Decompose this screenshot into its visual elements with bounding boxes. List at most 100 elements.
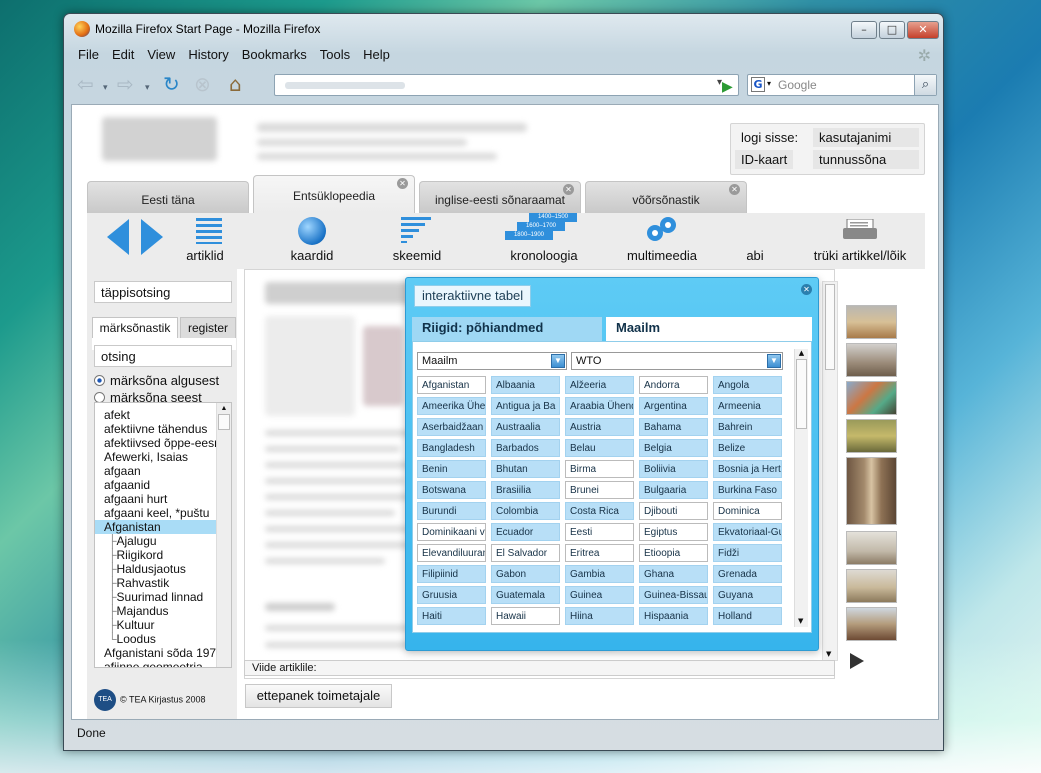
country-cell[interactable]: Djibouti <box>639 502 708 520</box>
tab-riigid-pohiandmed[interactable]: Riigid: põhiandmed <box>412 317 602 341</box>
menu-view[interactable]: View <box>147 44 175 62</box>
reload-icon[interactable]: ↻ <box>163 74 180 94</box>
country-cell[interactable]: Alžeeria <box>565 376 634 394</box>
username-link[interactable]: kasutajanimi <box>813 128 919 147</box>
keyword-list-scrollbar[interactable]: ▲ <box>216 403 231 667</box>
country-cell[interactable]: Ameerika Ühend <box>417 397 486 415</box>
country-cell[interactable]: Araabia Ühend <box>565 397 634 415</box>
thumbnail-image[interactable] <box>846 607 897 641</box>
tab-sonaraamat[interactable]: inglise-eesti sõnaraamat ✕ <box>419 181 581 213</box>
country-cell[interactable]: Albaania <box>491 376 560 394</box>
thumbnail-image[interactable] <box>846 305 897 339</box>
country-cell[interactable]: Brasiilia <box>491 481 560 499</box>
keyword-list[interactable]: afekt afektiivne tähendus afektiivsed õp… <box>94 402 232 668</box>
back-history-icon[interactable]: ▾ <box>103 78 108 98</box>
go-icon[interactable]: ▶ <box>722 77 733 97</box>
country-cell[interactable]: Filipiinid <box>417 565 486 583</box>
tappisotsing-button[interactable]: täppisotsing <box>94 281 232 303</box>
country-cell[interactable]: Guatemala <box>491 586 560 604</box>
scroll-down-icon[interactable]: ▼ <box>826 650 831 658</box>
country-cell[interactable]: Hawaii <box>491 607 560 625</box>
scroll-up-icon[interactable]: ▲ <box>795 349 808 357</box>
tab-voorsonastik[interactable]: võõrsõnastik ✕ <box>585 181 747 213</box>
search-input[interactable]: Google <box>778 78 817 92</box>
country-cell[interactable]: Antigua ja Ba <box>491 397 560 415</box>
country-cell[interactable]: Guinea-Bissau <box>639 586 708 604</box>
list-subitem[interactable]: ├Ajalugu <box>95 534 231 548</box>
country-cell[interactable]: Bahrein <box>713 418 782 436</box>
article-scrollbar[interactable]: ▼ <box>822 281 838 661</box>
maximize-button[interactable]: □ <box>879 21 905 39</box>
country-cell[interactable]: Boliivia <box>639 460 708 478</box>
country-cell[interactable]: Hispaania <box>639 607 708 625</box>
forward-icon[interactable]: ⇨ <box>117 74 134 94</box>
search-icon[interactable]: ⌕ <box>914 75 936 95</box>
suggestion-button[interactable]: ettepanek toimetajale <box>245 684 392 708</box>
country-cell[interactable]: Ekvatoriaal-Gu <box>713 523 782 541</box>
stop-icon[interactable]: ⊗ <box>194 74 211 94</box>
country-cell[interactable]: Bangladesh <box>417 439 486 457</box>
country-cell[interactable]: Eritrea <box>565 544 634 562</box>
list-item[interactable]: afgaan <box>95 464 231 478</box>
close-tab-icon[interactable]: ✕ <box>729 184 740 195</box>
address-bar[interactable]: ▾ <box>274 74 739 96</box>
list-subitem[interactable]: ├Rahvastik <box>95 576 231 590</box>
tab-entsuklopeedia[interactable]: Entsüklopeedia ✕ <box>253 175 415 213</box>
country-cell[interactable]: Egiptus <box>639 523 708 541</box>
kaardid-button[interactable]: kaardid <box>282 213 342 269</box>
menu-help[interactable]: Help <box>363 44 390 62</box>
country-cell[interactable]: Bosnia ja Hert <box>713 460 782 478</box>
country-cell[interactable]: Birma <box>565 460 634 478</box>
country-cell[interactable]: Guyana <box>713 586 782 604</box>
search-box[interactable]: G ▾ Google ⌕ <box>747 74 937 96</box>
chevron-down-icon[interactable]: ▼ <box>767 354 781 368</box>
country-cell[interactable]: Haiti <box>417 607 486 625</box>
password-link[interactable]: tunnussõna <box>813 150 919 169</box>
minimize-button[interactable]: – <box>851 21 877 39</box>
country-cell[interactable]: Angola <box>713 376 782 394</box>
close-dialog-icon[interactable]: ✕ <box>801 284 812 295</box>
country-cell[interactable]: Dominikaani v <box>417 523 486 541</box>
country-cell[interactable]: Benin <box>417 460 486 478</box>
country-cell[interactable]: Barbados <box>491 439 560 457</box>
country-cell[interactable]: Grenada <box>713 565 782 583</box>
back-icon[interactable]: ⇦ <box>77 74 94 94</box>
list-item[interactable]: afektiivsed õppe-eesmärgid <box>95 436 231 450</box>
country-cell[interactable]: Etioopia <box>639 544 708 562</box>
forward-history-icon[interactable]: ▾ <box>145 78 150 98</box>
play-icon[interactable] <box>850 653 864 669</box>
country-cell[interactable]: Costa Rica <box>565 502 634 520</box>
thumbnail-image[interactable] <box>846 381 897 415</box>
scroll-thumb[interactable] <box>825 284 835 370</box>
thumbnail-image[interactable] <box>846 457 897 525</box>
country-cell[interactable]: Bulgaaria <box>639 481 708 499</box>
country-cell[interactable]: Ecuador <box>491 523 560 541</box>
list-item[interactable]: Afewerki, Isaias <box>95 450 231 464</box>
list-subitem[interactable]: ├Haldusjaotus <box>95 562 231 576</box>
forward-arrow-icon[interactable] <box>141 219 163 255</box>
menu-file[interactable]: File <box>78 44 99 62</box>
home-icon[interactable]: ⌂ <box>229 74 242 94</box>
otsing-input[interactable]: otsing <box>94 345 232 367</box>
scroll-down-icon[interactable]: ▼ <box>798 617 803 625</box>
country-cell[interactable]: Austraalia <box>491 418 560 436</box>
list-subitem[interactable]: ├Riigikord <box>95 548 231 562</box>
list-item[interactable]: afiinne geomeetria <box>95 660 231 667</box>
country-cell[interactable]: Dominica <box>713 502 782 520</box>
country-cell[interactable]: Andorra <box>639 376 708 394</box>
country-cell[interactable]: Austria <box>565 418 634 436</box>
tab-register[interactable]: register <box>180 317 236 339</box>
country-cell[interactable]: Brunei <box>565 481 634 499</box>
id-card-link[interactable]: ID-kaart <box>735 150 794 169</box>
chevron-down-icon[interactable]: ▼ <box>551 354 565 368</box>
menu-tools[interactable]: Tools <box>320 44 350 62</box>
country-cell[interactable]: Belize <box>713 439 782 457</box>
country-cell[interactable]: Bahama <box>639 418 708 436</box>
table-scrollbar[interactable]: ▲ ▼ <box>794 349 808 627</box>
thumbnail-image[interactable] <box>846 419 897 453</box>
artiklid-button[interactable]: artiklid <box>182 213 228 269</box>
country-cell[interactable]: Ghana <box>639 565 708 583</box>
country-cell[interactable]: Burkina Faso <box>713 481 782 499</box>
country-cell[interactable]: Afganistan <box>417 376 486 394</box>
tab-marksonastik[interactable]: märksõnastik <box>92 317 178 339</box>
